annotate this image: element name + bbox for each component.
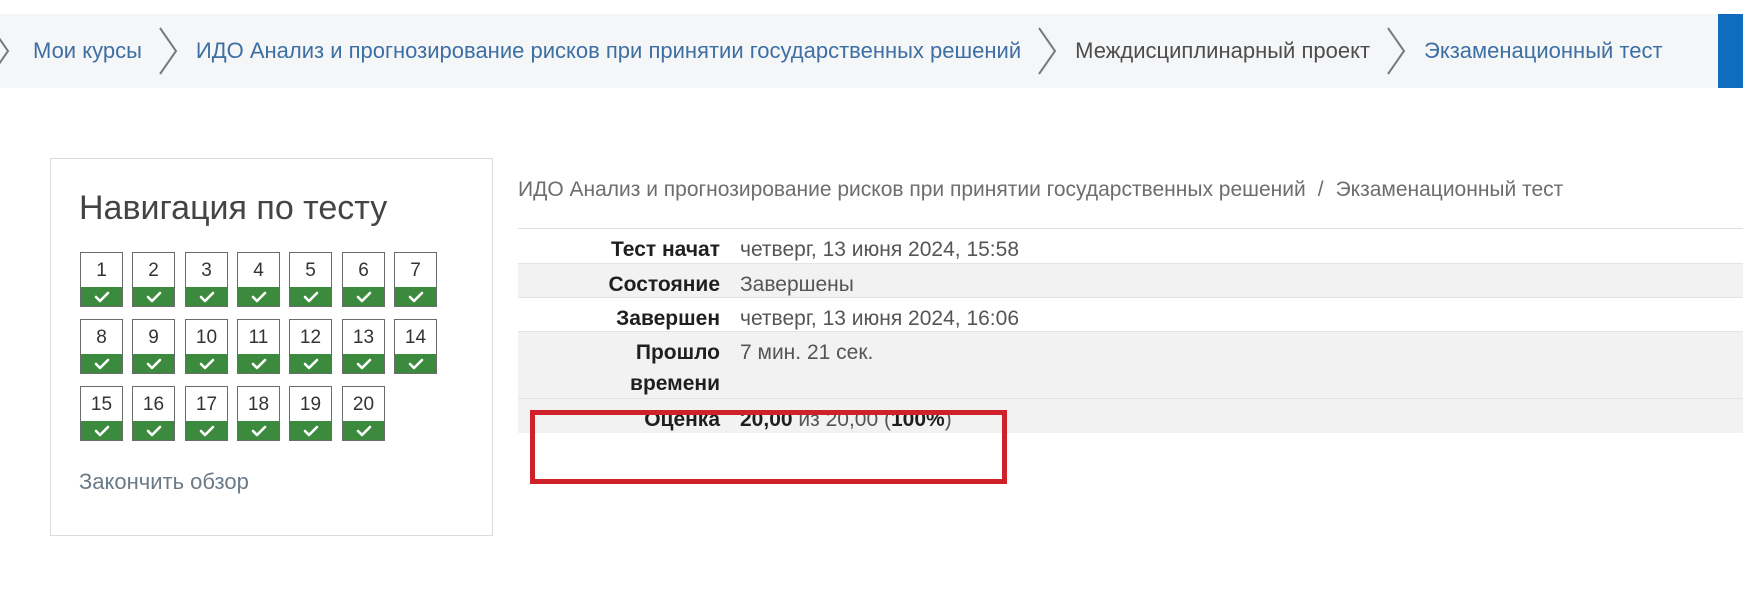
question-number: 7 bbox=[410, 260, 421, 281]
question-button[interactable]: 10 bbox=[185, 319, 228, 374]
summary-label-line: Прошло bbox=[635, 341, 720, 364]
question-number: 19 bbox=[299, 394, 322, 415]
question-button[interactable]: 5 bbox=[289, 252, 332, 307]
finish-review-link[interactable]: Закончить обзор bbox=[79, 469, 249, 495]
breadcrumb: Мои курсы ИДО Анализ и прогнозирование р… bbox=[33, 14, 1663, 88]
question-number: 2 bbox=[148, 260, 159, 281]
summary-label: Завершен bbox=[616, 307, 720, 330]
summary-label: Прошло времени bbox=[518, 332, 732, 398]
content-breadcrumb: ИДО Анализ и прогнозирование рисков при … bbox=[518, 178, 1563, 202]
question-button[interactable]: 12 bbox=[289, 319, 332, 374]
summary-label-line: времени bbox=[630, 372, 720, 395]
check-icon bbox=[81, 421, 122, 440]
question-number: 14 bbox=[404, 327, 427, 348]
quiz-navigation-title: Навигация по тесту bbox=[79, 189, 388, 227]
content-quiz-link[interactable]: Экзаменационный тест bbox=[1336, 178, 1564, 201]
summary-value: четверг, 13 июня 2024, 15:58 bbox=[740, 238, 1019, 261]
question-button[interactable]: 3 bbox=[185, 252, 228, 307]
question-number: 12 bbox=[299, 327, 322, 348]
check-icon bbox=[133, 354, 174, 373]
question-number: 3 bbox=[201, 260, 212, 281]
question-number: 9 bbox=[148, 327, 159, 348]
question-button[interactable]: 1 bbox=[80, 252, 123, 307]
breadcrumb-section: Междисциплинарный проект bbox=[1075, 38, 1371, 63]
question-number: 1 bbox=[96, 260, 107, 281]
question-button[interactable]: 7 bbox=[394, 252, 437, 307]
summary-row-state: Состояние Завершены bbox=[518, 264, 1743, 298]
summary-value: четверг, 13 июня 2024, 16:06 bbox=[740, 307, 1019, 330]
question-button[interactable]: 8 bbox=[80, 319, 123, 374]
summary-label: Тест начат bbox=[611, 238, 720, 261]
summary-row-started: Тест начат четверг, 13 июня 2024, 15:58 bbox=[518, 229, 1743, 264]
question-button[interactable]: 14 bbox=[394, 319, 437, 374]
question-button[interactable]: 4 bbox=[237, 252, 280, 307]
header-accent bbox=[1718, 14, 1743, 88]
question-button[interactable]: 20 bbox=[342, 386, 385, 441]
check-icon bbox=[343, 287, 384, 306]
attempt-summary-table: Тест начат четверг, 13 июня 2024, 15:58 … bbox=[518, 228, 1743, 433]
chevron-right-icon bbox=[0, 37, 10, 65]
check-icon bbox=[395, 354, 436, 373]
question-number: 13 bbox=[352, 327, 375, 348]
question-number: 4 bbox=[253, 260, 264, 281]
question-button[interactable]: 16 bbox=[132, 386, 175, 441]
check-icon bbox=[81, 354, 122, 373]
question-number: 10 bbox=[195, 327, 218, 348]
question-button[interactable]: 11 bbox=[237, 319, 280, 374]
chevron-right-icon bbox=[1387, 27, 1406, 75]
question-button[interactable]: 2 bbox=[132, 252, 175, 307]
check-icon bbox=[238, 287, 279, 306]
check-icon bbox=[290, 421, 331, 440]
check-icon bbox=[238, 421, 279, 440]
chevron-right-icon bbox=[1038, 27, 1057, 75]
check-icon bbox=[133, 287, 174, 306]
check-icon bbox=[133, 421, 174, 440]
question-button[interactable]: 15 bbox=[80, 386, 123, 441]
chevron-right-icon bbox=[159, 27, 178, 75]
summary-value: Завершены bbox=[740, 273, 854, 296]
check-icon bbox=[343, 354, 384, 373]
question-button[interactable]: 9 bbox=[132, 319, 175, 374]
check-icon bbox=[395, 287, 436, 306]
check-icon bbox=[290, 287, 331, 306]
check-icon bbox=[343, 421, 384, 440]
question-number: 11 bbox=[248, 327, 269, 348]
question-button[interactable]: 19 bbox=[289, 386, 332, 441]
grade-highlight-box bbox=[530, 410, 1007, 484]
question-number: 8 bbox=[96, 327, 107, 348]
summary-value: 7 мин. 21 сек. bbox=[740, 341, 874, 364]
question-button[interactable]: 17 bbox=[185, 386, 228, 441]
question-number: 15 bbox=[90, 394, 113, 415]
breadcrumb-my-courses[interactable]: Мои курсы bbox=[33, 38, 142, 64]
check-icon bbox=[186, 354, 227, 373]
summary-row-completed: Завершен четверг, 13 июня 2024, 16:06 bbox=[518, 298, 1743, 332]
check-icon bbox=[81, 287, 122, 306]
question-number: 6 bbox=[358, 260, 369, 281]
check-icon bbox=[290, 354, 331, 373]
question-button[interactable]: 13 bbox=[342, 319, 385, 374]
question-number: 5 bbox=[305, 260, 316, 281]
question-button[interactable]: 18 bbox=[237, 386, 280, 441]
quiz-navigation-block: Навигация по тесту 1 2 3 4 5 6 7 8 9 10 11 12 13 14 15… bbox=[50, 158, 493, 536]
summary-row-time-taken: Прошло времени 7 мин. 21 сек. bbox=[518, 332, 1743, 399]
breadcrumb-quiz[interactable]: Экзаменационный тест bbox=[1424, 38, 1663, 64]
breadcrumb-bar: Мои курсы ИДО Анализ и прогнозирование р… bbox=[0, 14, 1743, 88]
question-button[interactable]: 6 bbox=[342, 252, 385, 307]
check-icon bbox=[238, 354, 279, 373]
question-number: 17 bbox=[195, 394, 218, 415]
breadcrumb-course[interactable]: ИДО Анализ и прогнозирование рисков при … bbox=[196, 38, 1021, 64]
check-icon bbox=[186, 287, 227, 306]
question-number: 18 bbox=[247, 394, 270, 415]
question-number: 16 bbox=[142, 394, 165, 415]
check-icon bbox=[186, 421, 227, 440]
summary-label: Состояние bbox=[608, 273, 720, 296]
question-number: 20 bbox=[352, 394, 375, 415]
content-course-link[interactable]: ИДО Анализ и прогнозирование рисков при … bbox=[518, 178, 1306, 201]
breadcrumb-separator: / bbox=[1317, 178, 1324, 201]
